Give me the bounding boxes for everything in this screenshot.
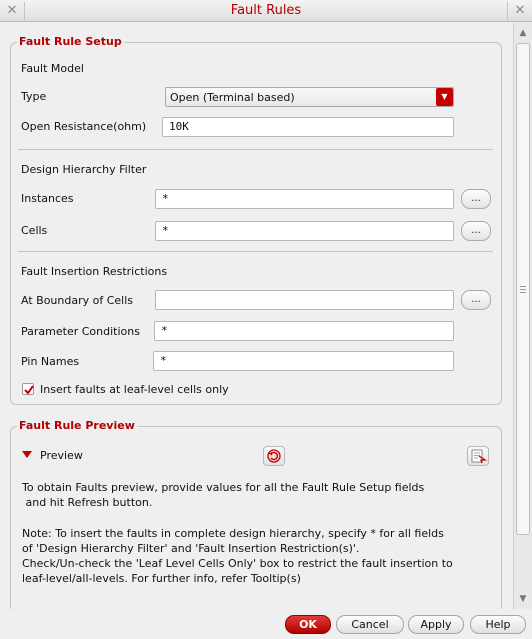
ok-button[interactable]: OK [285, 615, 331, 634]
scroll-up-icon[interactable]: ▲ [516, 26, 530, 40]
expand-triangle-icon[interactable] [22, 451, 32, 459]
preview-toggle-label[interactable]: Preview [40, 449, 83, 462]
open-resistance-label: Open Resistance(ohm) [21, 120, 147, 133]
type-select-value: Open (Terminal based) [170, 91, 295, 104]
export-button[interactable] [467, 446, 489, 466]
pin-names-label: Pin Names [21, 355, 80, 368]
fault-rule-preview-title: Fault Rule Preview [17, 419, 137, 432]
close-icon[interactable]: ✕ [512, 3, 528, 19]
divider-2 [18, 251, 493, 252]
fault-insertion-restrictions-heading: Fault Insertion Restrictions [21, 265, 168, 278]
preview-note-line-3: Check/Un-check the 'Leaf Level Cells Onl… [22, 557, 453, 570]
refresh-button[interactable] [263, 446, 285, 466]
cells-input[interactable]: * [155, 221, 454, 241]
export-icon [471, 449, 488, 464]
leaf-level-checkbox[interactable] [22, 383, 34, 395]
window-title: Fault Rules [230, 3, 302, 18]
vertical-scrollbar[interactable]: ▲ ▼ [513, 23, 532, 609]
open-resistance-input[interactable]: 10K [162, 117, 454, 137]
boundary-cells-label: At Boundary of Cells [21, 294, 134, 307]
fault-model-heading: Fault Model [21, 62, 84, 75]
boundary-cells-input[interactable] [155, 290, 454, 310]
instances-label: Instances [21, 192, 74, 205]
refresh-icon [267, 449, 281, 463]
title-bar: ✕ Fault Rules ✕ [0, 0, 532, 22]
cells-label: Cells [21, 224, 48, 237]
type-label: Type [21, 90, 47, 103]
preview-note-line-4: leaf-level/all-levels. For further info,… [22, 572, 301, 585]
title-separator-right [507, 2, 508, 20]
preview-info-line-1: To obtain Faults preview, provide values… [22, 481, 425, 494]
instances-input[interactable]: * [155, 189, 454, 209]
boundary-cells-browse-button[interactable]: ... [461, 290, 491, 310]
parameter-conditions-input[interactable]: * [154, 321, 454, 341]
parameter-conditions-label: Parameter Conditions [21, 325, 140, 338]
design-hierarchy-heading: Design Hierarchy Filter [21, 163, 147, 176]
cancel-button[interactable]: Cancel [336, 615, 404, 634]
preview-note-line-2: of 'Design Hierarchy Filter' and 'Fault … [22, 542, 360, 555]
cells-browse-button[interactable]: ... [461, 221, 491, 241]
chevron-down-icon[interactable]: ▼ [436, 88, 453, 106]
scroll-down-icon[interactable]: ▼ [516, 592, 530, 606]
type-select[interactable]: Open (Terminal based) ▼ [165, 87, 454, 107]
instances-browse-button[interactable]: ... [461, 189, 491, 209]
dialog-button-bar: OK Cancel Apply Help [0, 609, 532, 639]
checkmark-icon [24, 385, 34, 395]
fault-rule-setup-title: Fault Rule Setup [17, 35, 124, 48]
pin-names-input[interactable]: * [153, 351, 454, 371]
apply-button[interactable]: Apply [408, 615, 464, 634]
preview-note-line-1: Note: To insert the faults in complete d… [22, 527, 444, 540]
scrollbar-thumb[interactable] [516, 43, 530, 535]
scrollbar-grip-icon [520, 286, 526, 293]
preview-info-line-2: and hit Refresh button. [22, 496, 153, 509]
divider-1 [18, 149, 493, 150]
help-button[interactable]: Help [470, 615, 526, 634]
leaf-level-checkbox-label[interactable]: Insert faults at leaf-level cells only [40, 383, 229, 396]
